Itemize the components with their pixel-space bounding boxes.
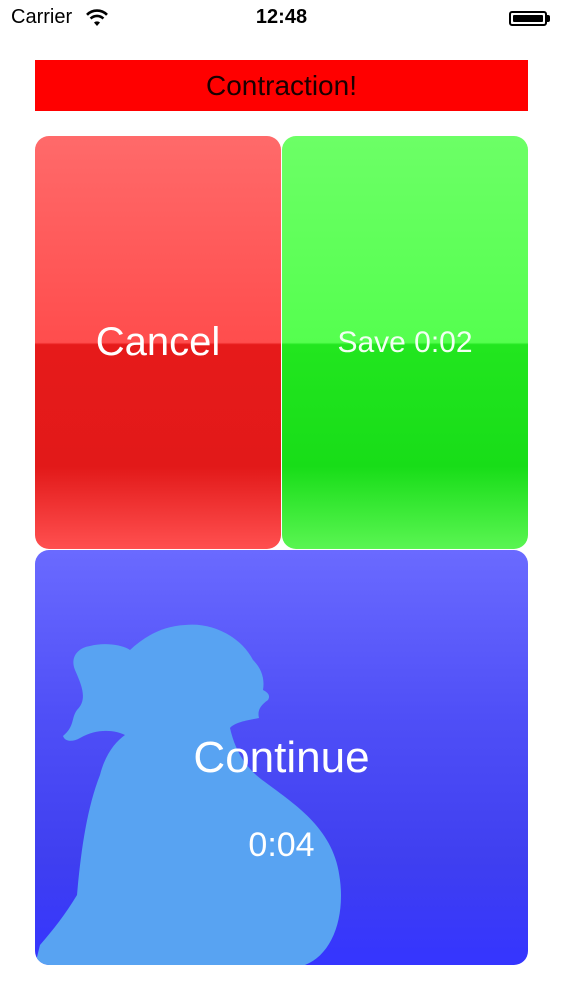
- cancel-button[interactable]: Cancel: [35, 136, 281, 549]
- status-bar: Carrier 12:48: [0, 0, 563, 40]
- elapsed-timer: 0:04: [248, 826, 315, 864]
- continue-label: Continue: [193, 733, 370, 782]
- save-label: Save 0:02: [337, 326, 473, 359]
- save-button[interactable]: Save 0:02: [282, 136, 528, 549]
- battery-tip: [547, 15, 550, 22]
- cancel-label: Cancel: [95, 320, 221, 364]
- status-time: 12:48: [255, 6, 308, 28]
- continue-button[interactable]: Continue 0:04: [35, 550, 528, 965]
- battery-icon: [509, 11, 547, 26]
- contraction-banner: Contraction!: [35, 60, 528, 111]
